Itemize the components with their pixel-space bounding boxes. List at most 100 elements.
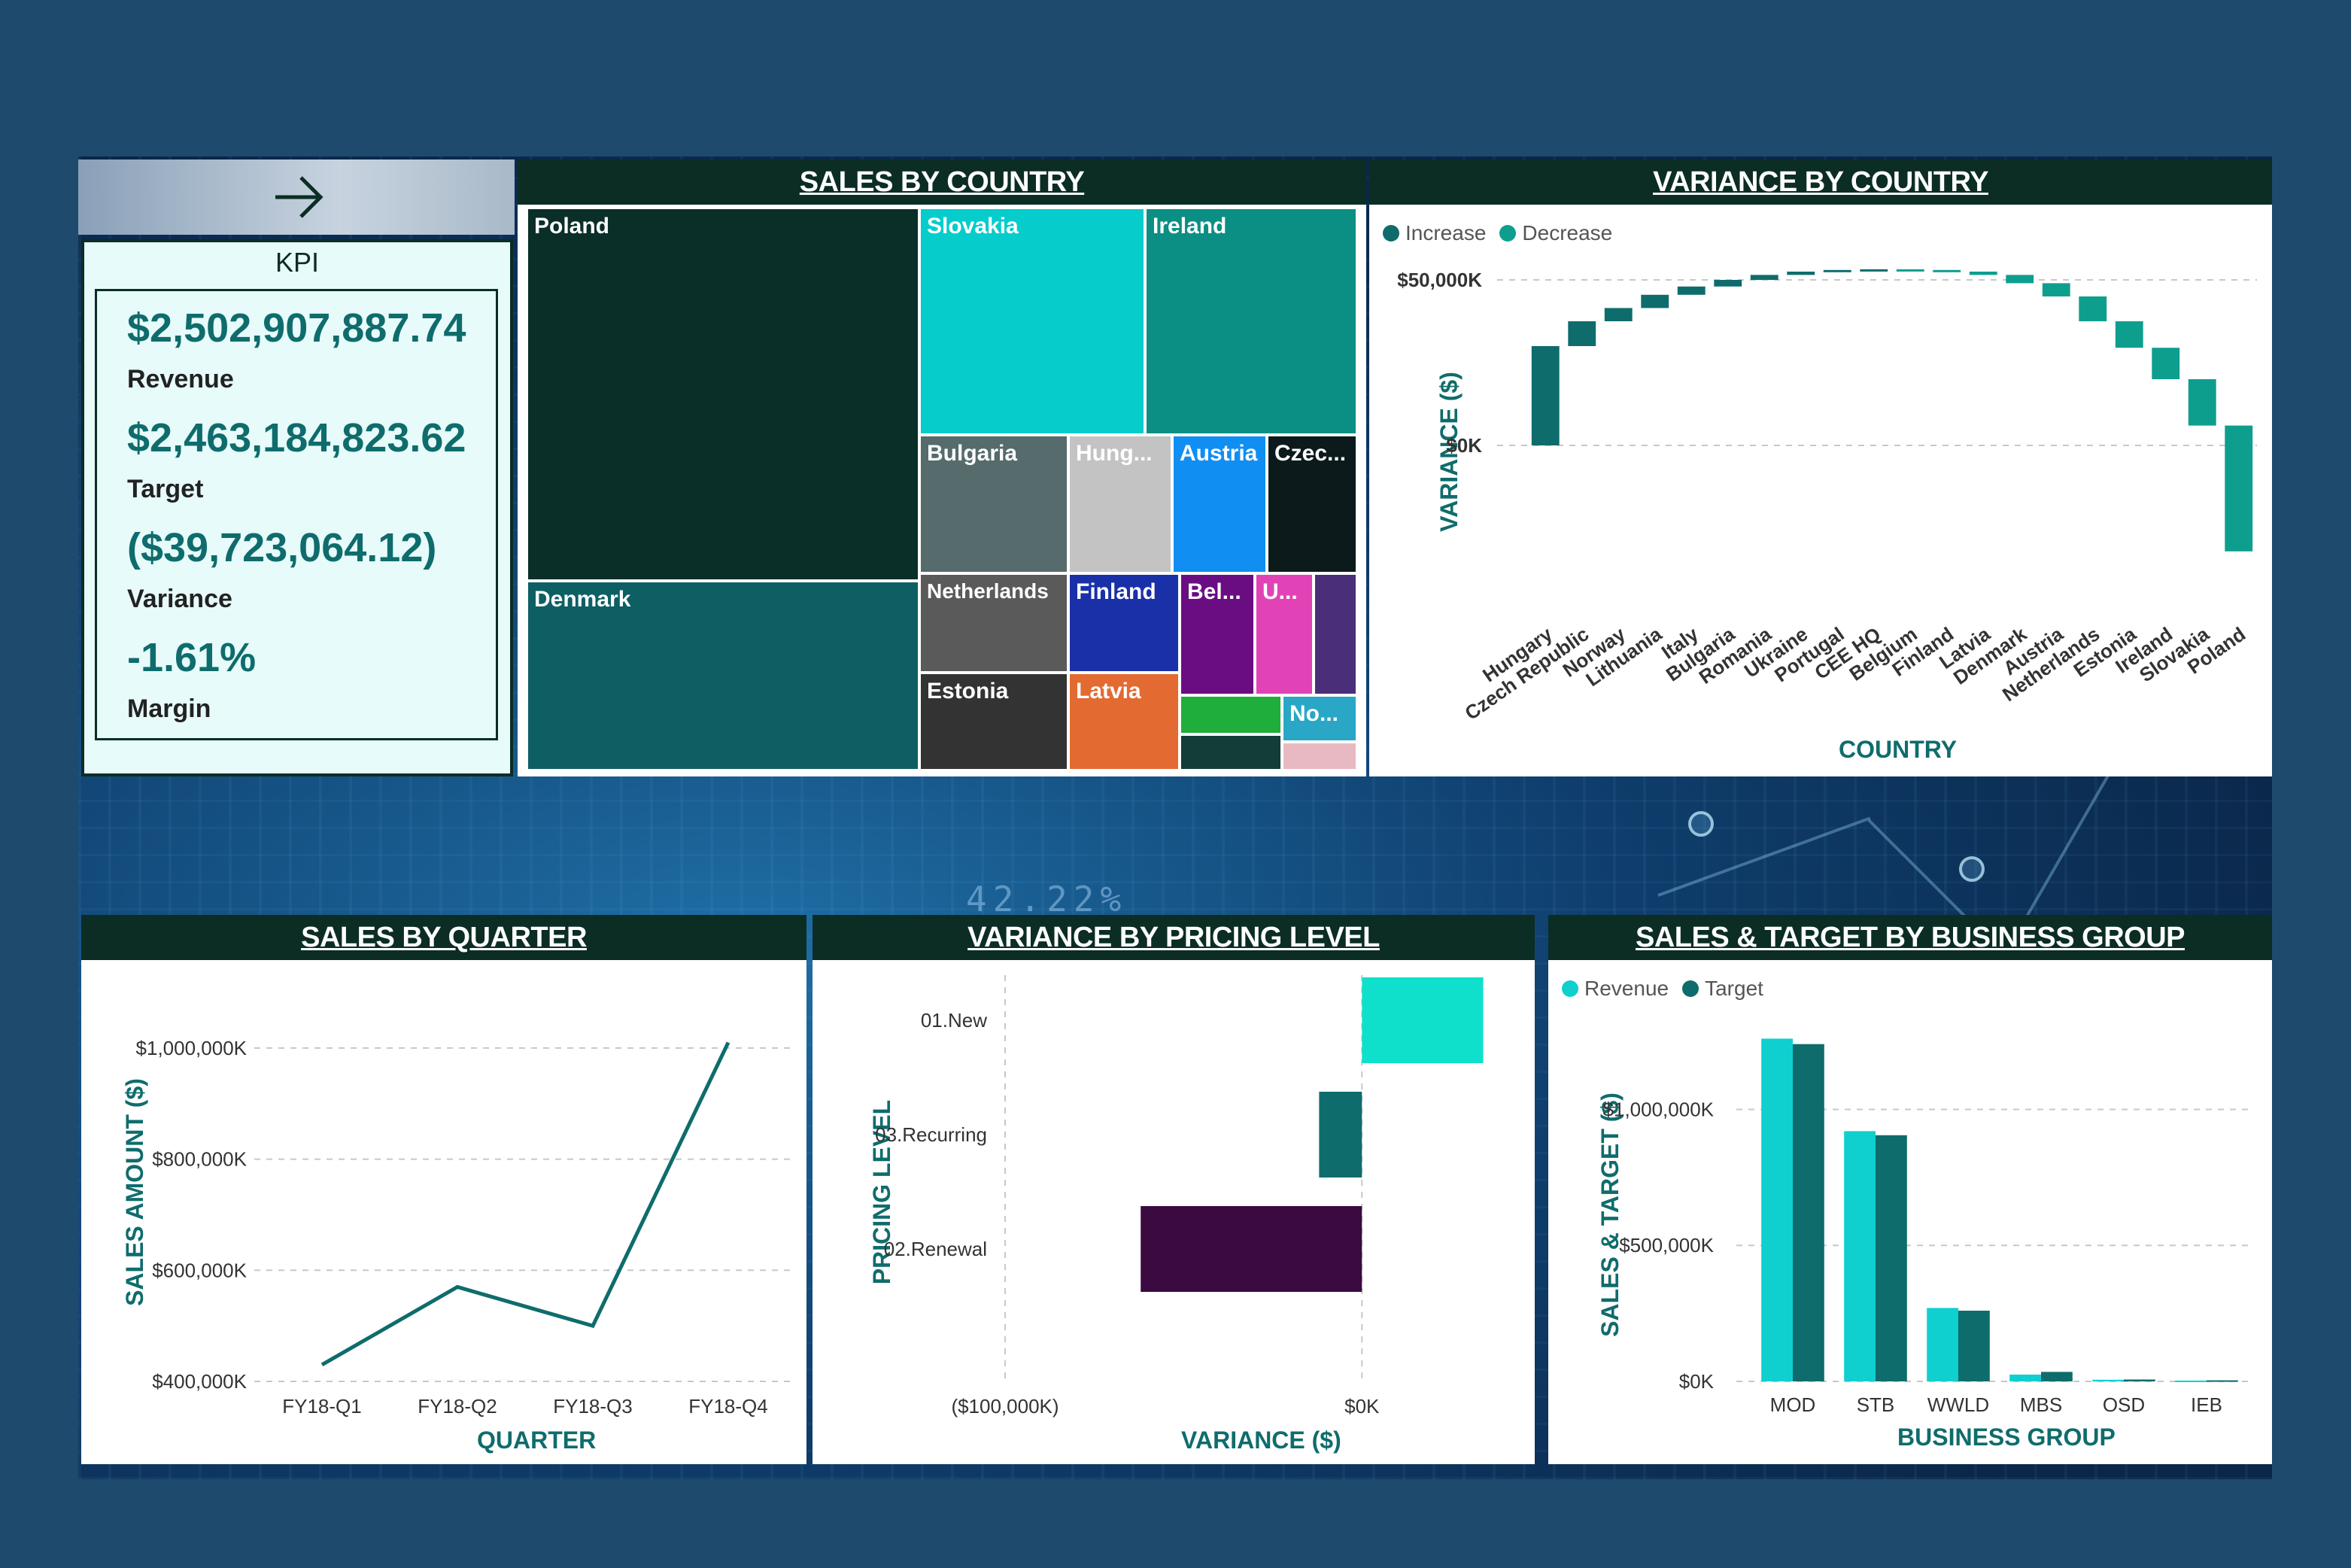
background-decor-text: 42.22% (966, 879, 1128, 919)
kpi-title: KPI (275, 247, 320, 278)
treemap-tile-denmark[interactable]: Denmark (527, 581, 919, 770)
waterfall-bar (1823, 269, 1851, 272)
waterfall-bar (1568, 321, 1596, 346)
quarter-y-tick: $400,000K (152, 1370, 247, 1393)
treemap-tile-latvia[interactable]: Latvia (1068, 673, 1180, 770)
group-x-tick: WWLD (1927, 1393, 1989, 1416)
kpi-nav-strip (78, 160, 515, 235)
horizontal-bar-chart: ($100,000K) $0K 01.New 03.Recurring 02.Renew… (875, 975, 1484, 1418)
treemap-tile-small-pink[interactable] (1282, 742, 1357, 770)
waterfall-bar (1531, 346, 1560, 445)
waterfall-bar (1787, 272, 1815, 275)
line-chart: $400,000K $600,000K $800,000K $1,000,000K FY… (136, 1037, 796, 1418)
pricing-bar (1362, 977, 1484, 1063)
variance-value: ($39,723,064.12) (127, 525, 437, 570)
background-node (1959, 856, 1985, 882)
group-x-tick: IEB (2191, 1393, 2222, 1416)
treemap-tile-poland[interactable]: Poland (527, 208, 919, 581)
group-bar-target (1876, 1135, 1907, 1381)
pricing-y-tick: 02.Renewal (884, 1238, 987, 1260)
quarter-x-tick: FY18-Q1 (282, 1395, 362, 1418)
treemap-tile-ireland[interactable]: Ireland (1145, 208, 1357, 435)
waterfall-bar (2042, 283, 2070, 296)
waterfall-bar (1896, 269, 1924, 272)
sales-by-country-panel: SALES BY COUNTRY Poland Denmark Slovakia… (518, 160, 1366, 776)
treemap-tile-czech[interactable]: Czec... (1267, 435, 1357, 573)
waterfall-bar (1860, 269, 1888, 272)
group-bar-target (1793, 1044, 1824, 1381)
group-x-tick: MOD (1770, 1393, 1816, 1416)
treemap-tile-slovakia[interactable]: Slovakia (919, 208, 1145, 435)
target-value: $2,463,184,823.62 (127, 415, 466, 460)
group-bar-revenue (1761, 1038, 1793, 1381)
treemap-tile-small-dark[interactable] (1180, 734, 1282, 770)
pricing-x-tick: $0K (1344, 1395, 1380, 1418)
group-y-tick: $500,000K (1619, 1234, 1714, 1257)
waterfall-bar (1677, 286, 1706, 295)
treemap-tile-estonia[interactable]: Estonia (919, 673, 1068, 770)
quarter-y-tick: $800,000K (152, 1148, 247, 1171)
group-x-tick: OSD (2103, 1393, 2145, 1416)
treemap-tile-bulgaria[interactable]: Bulgaria (919, 435, 1068, 573)
sales-line (320, 1041, 731, 1367)
pricing-bar (1319, 1092, 1362, 1178)
treemap-tile-norway[interactable]: No... (1282, 695, 1357, 742)
treemap-tile-netherlands[interactable]: Netherlands (919, 573, 1068, 673)
variance-by-pricing-panel: VARIANCE BY PRICING LEVEL PRICING LEVEL … (813, 915, 1535, 1464)
treemap-tile-small-purple[interactable] (1314, 573, 1357, 695)
group-bar-revenue (2092, 1379, 2124, 1381)
treemap-tile-u[interactable]: U... (1255, 573, 1314, 695)
revenue-value: $2,502,907,887.74 (127, 305, 466, 351)
treemap-chart: Poland Denmark Slovakia Ireland Bulgaria… (527, 208, 1357, 770)
variance-y-tick: $0K (1446, 434, 1482, 457)
pricing-y-tick: 01.New (921, 1009, 987, 1032)
treemap-tile-finland[interactable]: Finland (1068, 573, 1180, 673)
pricing-bar (1141, 1206, 1362, 1292)
waterfall-bar (1641, 294, 1669, 308)
group-bar-revenue (1844, 1131, 1876, 1381)
quarter-y-tick: $600,000K (152, 1259, 247, 1281)
treemap-tile-belgium[interactable]: Bel... (1180, 573, 1255, 695)
variance-y-tick: $50,000K (1397, 269, 1482, 291)
variance-label: Variance (127, 585, 232, 613)
arrow-right-icon[interactable] (78, 160, 515, 235)
group-bar-revenue (2009, 1374, 2041, 1381)
waterfall-bar (2152, 348, 2180, 379)
margin-value: -1.61% (127, 635, 257, 680)
waterfall-bar (1750, 275, 1778, 280)
kpi-values: $2,502,907,887.74 Revenue $2,463,184,823… (95, 289, 498, 740)
waterfall-bar (1933, 269, 1961, 272)
quarter-y-tick: $1,000,000K (136, 1037, 248, 1059)
group-y-tick: $0K (1679, 1370, 1715, 1393)
waterfall-bar (2006, 275, 2034, 284)
group-bar-target (2124, 1379, 2155, 1381)
group-bar-target (2207, 1380, 2238, 1382)
pricing-y-tick: 03.Recurring (875, 1123, 987, 1146)
group-bar-target (2041, 1372, 2073, 1381)
quarter-x-tick: FY18-Q2 (418, 1395, 497, 1418)
waterfall-bar (1714, 280, 1742, 287)
group-bar-target (1958, 1311, 1990, 1381)
waterfall-bar (1969, 272, 1997, 275)
revenue-label: Revenue (127, 365, 234, 394)
margin-label: Margin (127, 694, 211, 723)
kpi-card: KPI $2,502,907,887.74 Revenue $2,463,184… (81, 239, 513, 776)
sales-by-quarter-panel: SALES BY QUARTER SALES AMOUNT ($) QUARTE… (81, 915, 806, 1464)
sales-by-country-title: SALES BY COUNTRY (518, 160, 1366, 205)
quarter-x-tick: FY18-Q3 (553, 1395, 633, 1418)
treemap-tile-small-green[interactable] (1180, 695, 1282, 734)
sales-target-by-group-panel: SALES & TARGET BY BUSINESS GROUP Revenue… (1548, 915, 2272, 1464)
variance-by-country-panel: VARIANCE BY COUNTRY Increase Decrease VA… (1369, 160, 2272, 776)
group-x-tick: STB (1857, 1393, 1895, 1416)
grouped-bar-chart: $0K $500,000K $1,000,000K MOD STB WWLD MBS OSD I… (1603, 1038, 2248, 1416)
group-bar-revenue (1927, 1308, 1958, 1381)
waterfall-chart: $0K$50,000KHungaryCzech RepublicNorwayLi… (1397, 269, 2257, 725)
treemap-tile-austria[interactable]: Austria (1172, 435, 1267, 573)
treemap-tile-hungary[interactable]: Hung... (1068, 435, 1172, 573)
waterfall-bar (2188, 379, 2216, 426)
target-label: Target (127, 475, 204, 503)
waterfall-bar (2079, 296, 2107, 321)
pricing-x-tick: ($100,000K) (951, 1395, 1059, 1418)
group-y-tick: $1,000,000K (1603, 1098, 1715, 1120)
waterfall-bar (2115, 321, 2143, 348)
